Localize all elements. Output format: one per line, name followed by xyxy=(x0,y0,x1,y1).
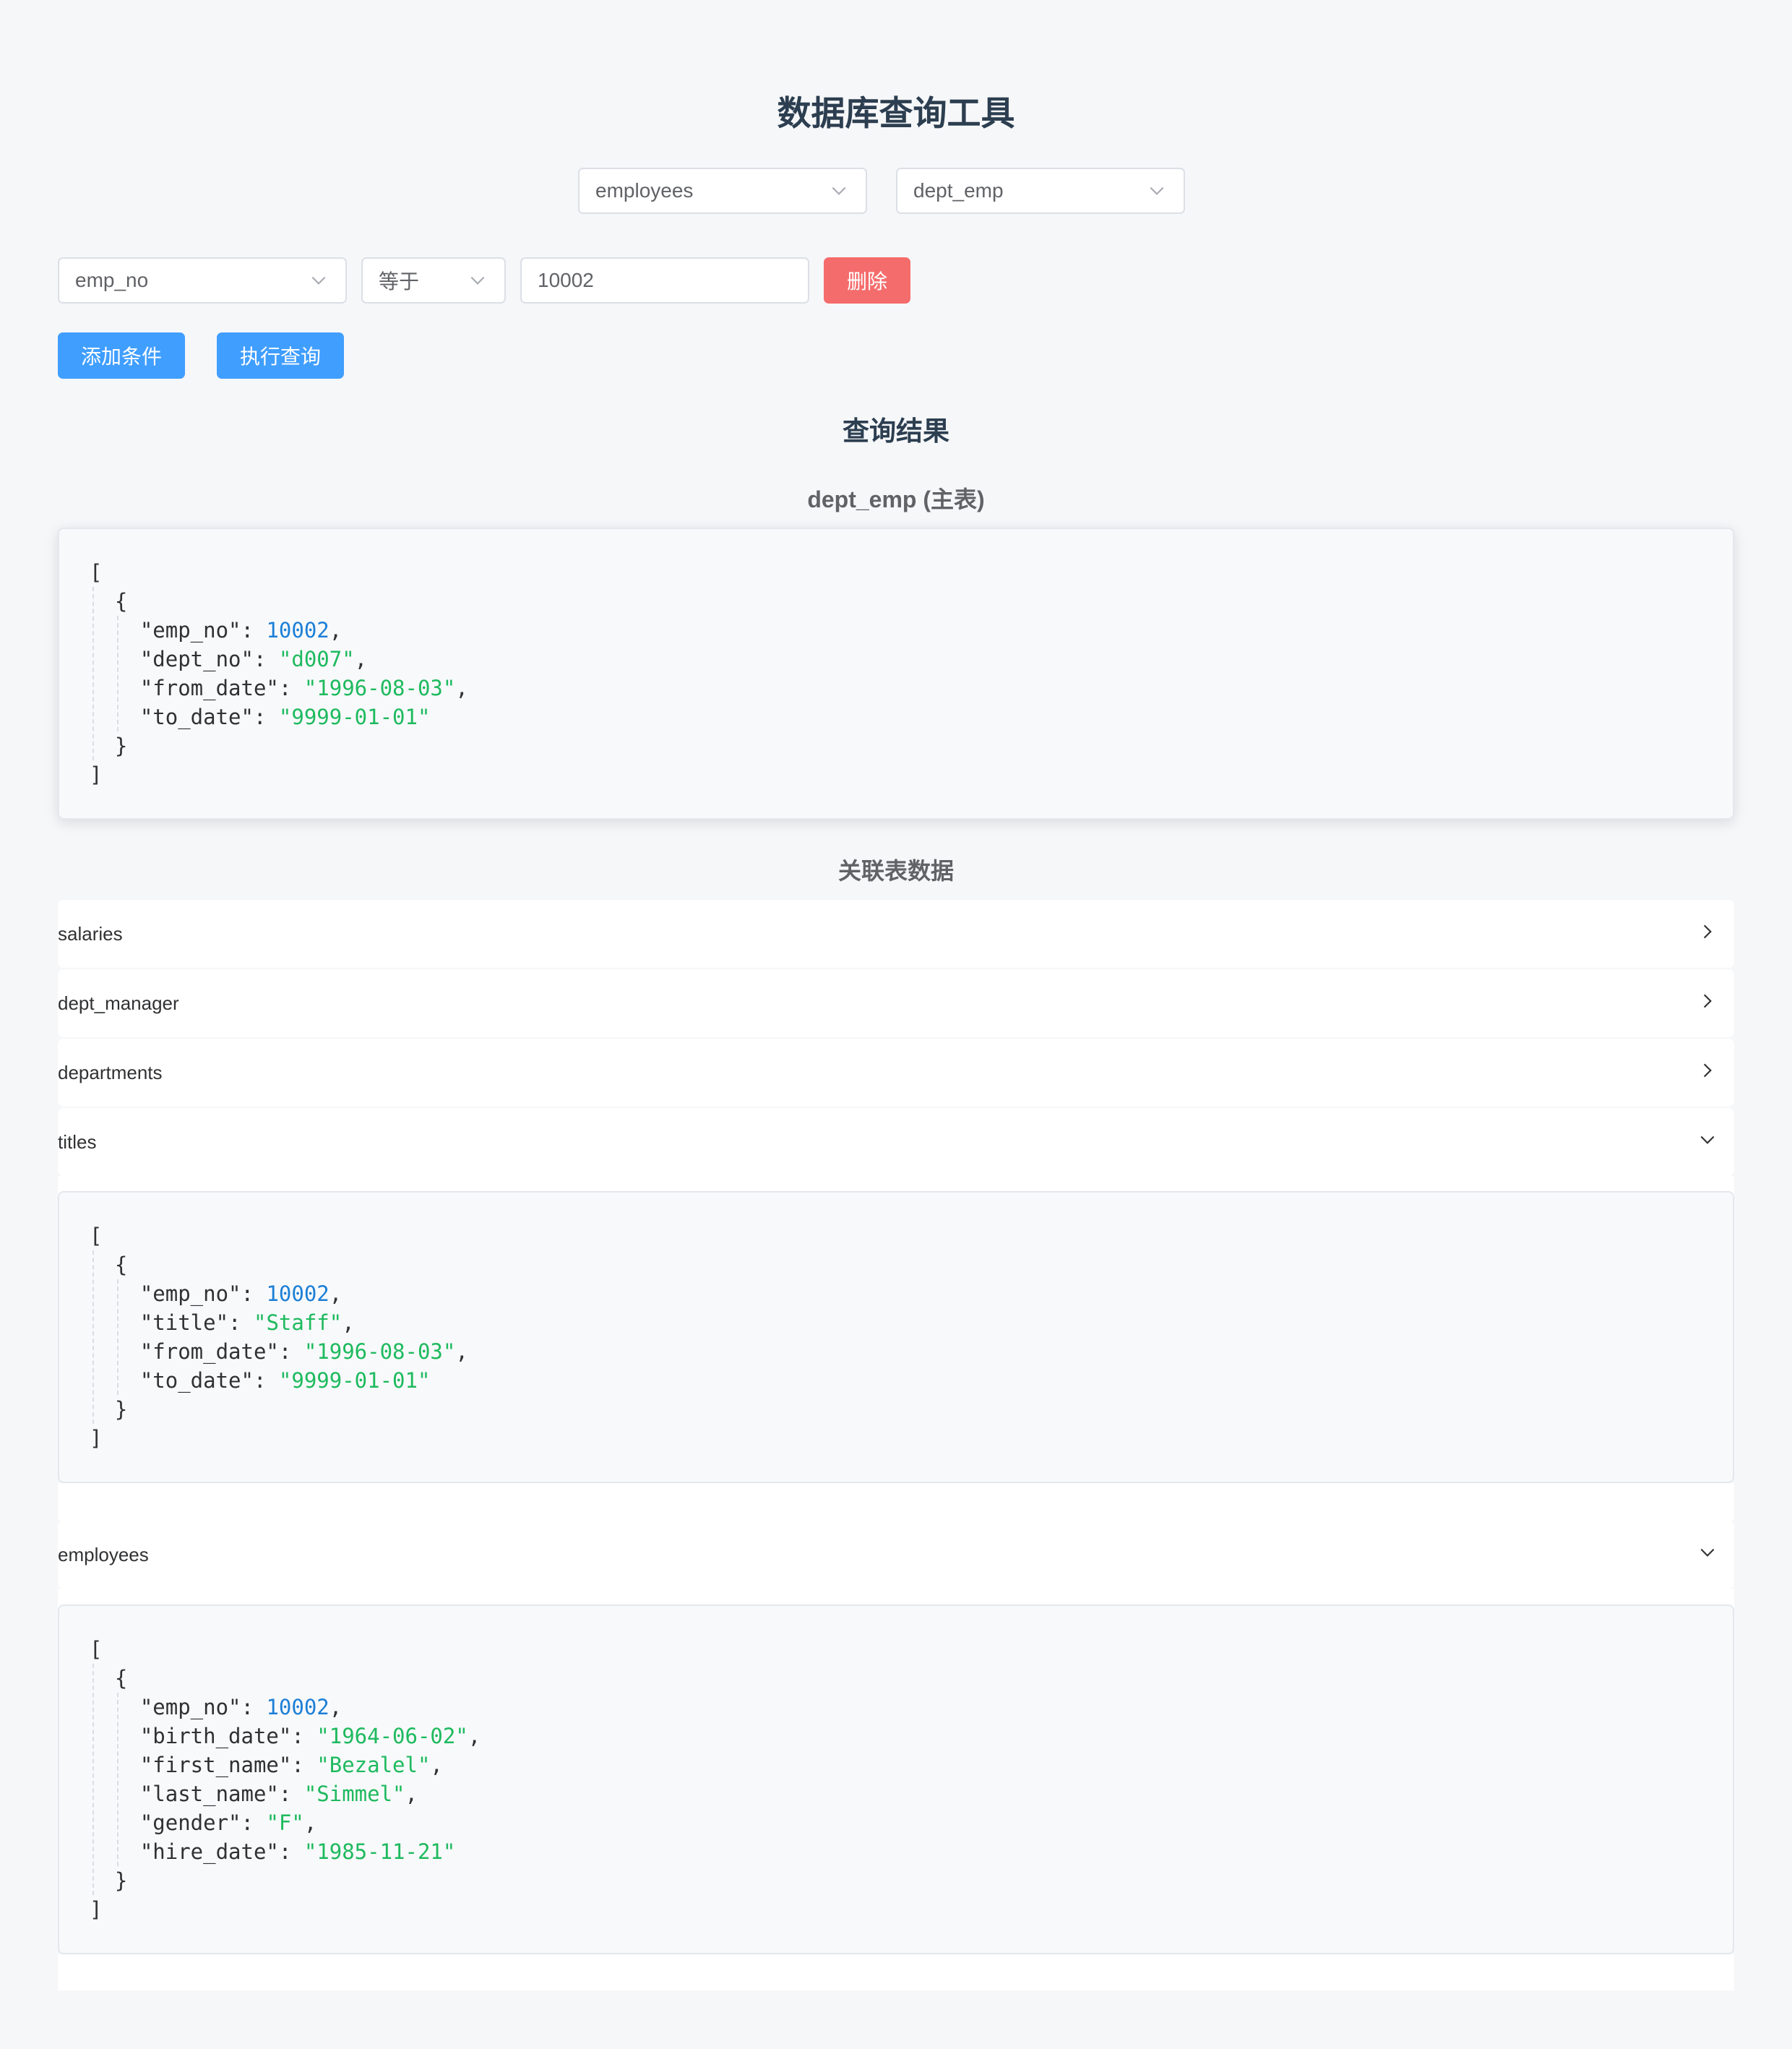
json-line: [ xyxy=(90,560,103,585)
condition-field-select[interactable]: emp_no xyxy=(58,257,347,304)
chevron-down-icon xyxy=(1698,1543,1717,1567)
related-tables-title: 关联表数据 xyxy=(837,858,954,884)
collapse-item-dept-manager[interactable]: dept_manager xyxy=(58,969,1734,1037)
chevron-down-icon xyxy=(1146,180,1168,202)
json-line: } xyxy=(90,734,128,758)
chevron-right-icon xyxy=(1698,1061,1717,1085)
chevron-down-icon xyxy=(308,270,329,291)
json-line: "from_date": "1996-08-03", xyxy=(90,1339,468,1364)
condition-operator-select[interactable]: 等于 xyxy=(361,257,506,304)
json-line: } xyxy=(90,1868,128,1893)
json-line: "from_date": "1996-08-03", xyxy=(90,676,468,700)
json-line: "title": "Staff", xyxy=(90,1310,355,1335)
json-line: { xyxy=(90,589,128,614)
collapse-item-employees[interactable]: employees xyxy=(58,1521,1734,1589)
collapse-panel-employees-bottom xyxy=(58,1954,1734,1990)
json-line: ] xyxy=(90,763,103,787)
json-line: ] xyxy=(90,1426,103,1451)
collapse-item-label: salaries xyxy=(58,922,123,945)
employees-json-viewer: [ { "emp_no": 10002, "birth_date": "1964… xyxy=(58,1605,1734,1954)
collapse-item-label: employees xyxy=(58,1543,149,1565)
json-line: "to_date": "9999-01-01" xyxy=(90,1368,431,1393)
json-line: "birth_date": "1964-06-02", xyxy=(90,1724,481,1748)
table-select[interactable]: dept_emp xyxy=(896,168,1185,214)
table-select-value: dept_emp xyxy=(913,179,1004,202)
json-line: ] xyxy=(90,1897,103,1922)
json-line: [ xyxy=(90,1224,103,1248)
delete-condition-button[interactable]: 删除 xyxy=(824,257,910,304)
json-line: "emp_no": 10002, xyxy=(90,618,343,643)
database-select[interactable]: employees xyxy=(578,168,867,214)
condition-field-value: emp_no xyxy=(75,269,149,291)
execute-query-button[interactable]: 执行查询 xyxy=(217,332,344,379)
collapse-item-salaries[interactable]: salaries xyxy=(58,900,1734,968)
condition-value-input[interactable] xyxy=(520,257,809,304)
collapse-item-label: departments xyxy=(58,1061,163,1083)
chevron-down-icon xyxy=(1698,1130,1717,1154)
main-table-json-viewer: [ { "emp_no": 10002, "dept_no": "d007", … xyxy=(58,528,1734,820)
json-line: "last_name": "Simmel", xyxy=(90,1782,418,1806)
collapse-item-departments[interactable]: departments xyxy=(58,1039,1734,1107)
json-line: "dept_no": "d007", xyxy=(90,647,368,671)
json-line: "emp_no": 10002, xyxy=(90,1281,343,1306)
chevron-right-icon xyxy=(1698,922,1717,946)
database-select-value: employees xyxy=(595,179,694,202)
json-line: "emp_no": 10002, xyxy=(90,1695,343,1719)
json-line: "gender": "F", xyxy=(90,1810,317,1835)
chevron-down-icon xyxy=(828,180,850,202)
json-line: { xyxy=(90,1253,128,1277)
json-line: "hire_date": "1985-11-21" xyxy=(90,1839,456,1864)
page-title: 数据库查询工具 xyxy=(777,94,1015,132)
results-title: 查询结果 xyxy=(843,416,949,446)
chevron-down-icon xyxy=(467,270,488,291)
collapse-panel-titles-bottom xyxy=(58,1483,1734,1521)
titles-json-viewer: [ { "emp_no": 10002, "title": "Staff", "… xyxy=(58,1191,1734,1483)
main-table-title: dept_emp (主表) xyxy=(807,486,985,512)
add-condition-button[interactable]: 添加条件 xyxy=(58,332,185,379)
json-line: { xyxy=(90,1666,128,1691)
json-line: "first_name": "Bezalel", xyxy=(90,1753,443,1777)
json-line: "to_date": "9999-01-01" xyxy=(90,705,431,729)
json-line: } xyxy=(90,1397,128,1422)
collapse-item-titles[interactable]: titles xyxy=(58,1108,1734,1176)
json-line: [ xyxy=(90,1637,103,1662)
chevron-right-icon xyxy=(1698,992,1717,1015)
condition-operator-value: 等于 xyxy=(379,270,420,293)
collapse-item-label: titles xyxy=(58,1130,97,1153)
collapse-item-label: dept_manager xyxy=(58,992,179,1014)
